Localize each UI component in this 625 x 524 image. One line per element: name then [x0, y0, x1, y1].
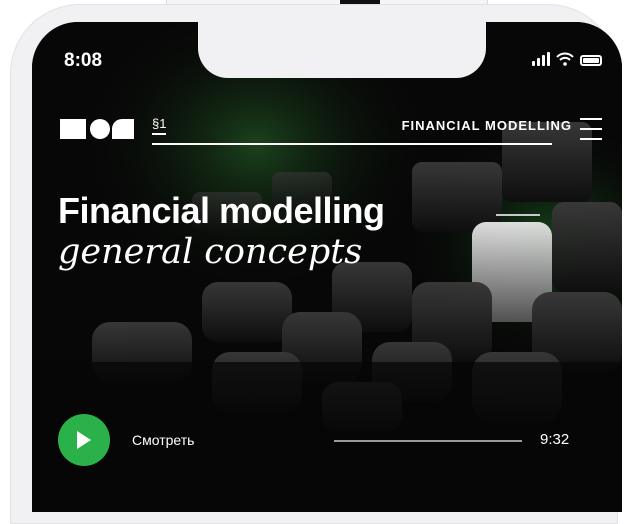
play-button[interactable]	[58, 414, 110, 466]
signal-icon	[532, 52, 550, 66]
title-dash	[496, 214, 540, 216]
progress-bar[interactable]	[334, 440, 522, 442]
hero-subtitle: general concepts	[58, 232, 363, 272]
notch	[198, 22, 486, 78]
hero-title: Financial modelling	[58, 190, 385, 231]
watch-label[interactable]: Смотреть	[132, 432, 194, 448]
wifi-icon	[556, 52, 574, 66]
play-icon	[77, 431, 91, 449]
header-divider	[152, 143, 552, 145]
menu-icon[interactable]	[580, 118, 602, 140]
header-title: FINANCIAL MODELLING	[401, 118, 572, 133]
brand-logo[interactable]	[60, 118, 136, 140]
brand-logo-icon	[60, 119, 134, 139]
phone-screen: 8:08 §1 FINANCIAL MODELLING Financial mo…	[32, 22, 622, 512]
status-time: 8:08	[64, 50, 103, 71]
status-icons	[532, 52, 602, 66]
video-duration: 9:32	[540, 431, 570, 448]
battery-icon	[580, 55, 602, 66]
section-link[interactable]: §1	[152, 116, 167, 135]
